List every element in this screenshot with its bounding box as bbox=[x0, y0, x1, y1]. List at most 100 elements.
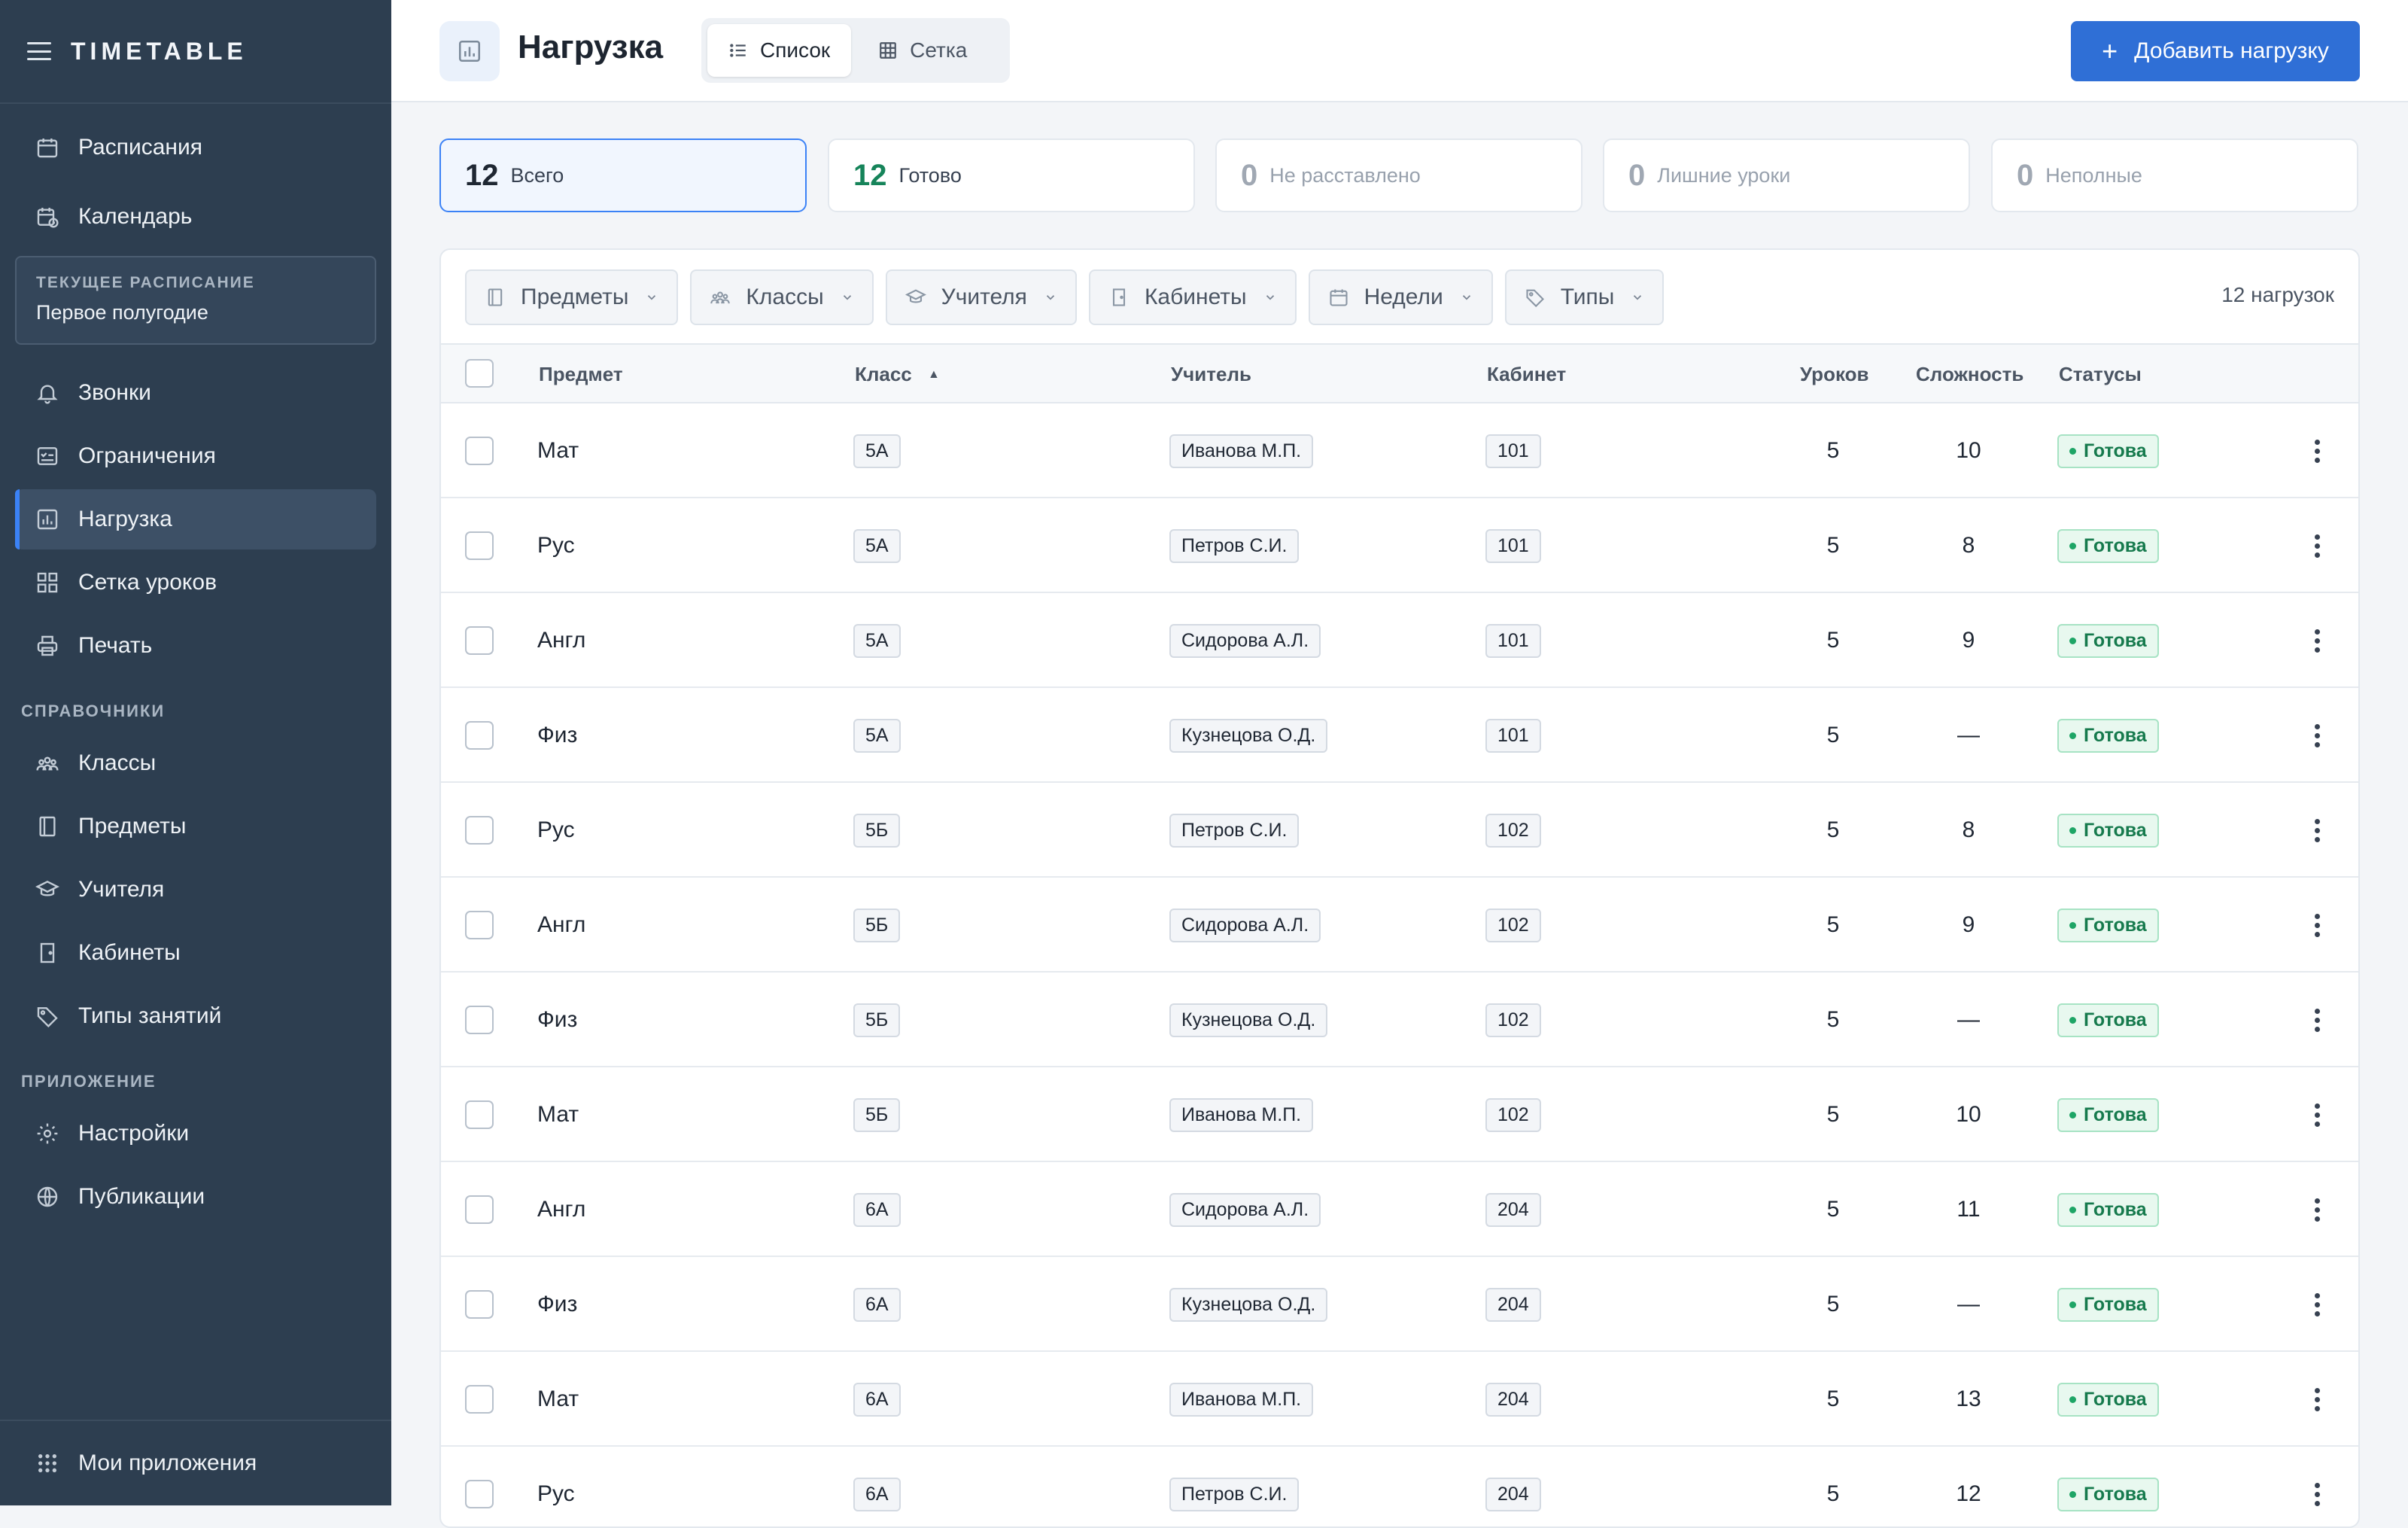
column-header-lessons[interactable]: Уроков bbox=[1800, 363, 1868, 386]
table-row[interactable]: Рус 5Б Петров С.И. 102 5 8 Готова bbox=[441, 783, 2358, 878]
table-row[interactable]: Рус 6А Петров С.И. 204 5 12 Готова bbox=[441, 1447, 2358, 1526]
row-checkbox[interactable] bbox=[465, 1385, 494, 1414]
sidebar-item-bells[interactable]: Звонки bbox=[15, 363, 376, 423]
column-header-class[interactable]: Класс ▲ bbox=[855, 363, 940, 386]
teacher-pill[interactable]: Кузнецова О.Д. bbox=[1169, 1003, 1328, 1037]
row-checkbox[interactable] bbox=[465, 1100, 494, 1129]
table-row[interactable]: Физ 5Б Кузнецова О.Д. 102 5 — Готова bbox=[441, 973, 2358, 1067]
teacher-pill[interactable]: Иванова М.П. bbox=[1169, 1097, 1314, 1132]
row-menu-button[interactable] bbox=[2315, 1257, 2320, 1352]
sidebar-item-load[interactable]: Нагрузка bbox=[15, 489, 376, 549]
table-row[interactable]: Физ 6А Кузнецова О.Д. 204 5 — Готова bbox=[441, 1257, 2358, 1352]
sidebar-item-constraints[interactable]: Ограничения bbox=[15, 426, 376, 486]
class-pill[interactable]: 5А bbox=[853, 718, 901, 753]
teacher-pill[interactable]: Петров С.И. bbox=[1169, 813, 1300, 848]
row-menu-button[interactable] bbox=[2315, 1352, 2320, 1447]
current-schedule-selector[interactable]: ТЕКУЩЕЕ РАСПИСАНИЕ Первое полугодие bbox=[15, 256, 376, 345]
row-checkbox[interactable] bbox=[465, 437, 494, 465]
row-menu-button[interactable] bbox=[2315, 403, 2320, 498]
class-pill[interactable]: 5Б bbox=[853, 908, 901, 942]
sidebar-item-print[interactable]: Печать bbox=[15, 616, 376, 676]
row-checkbox[interactable] bbox=[465, 1006, 494, 1034]
sidebar-item-lesson-types[interactable]: Типы занятий bbox=[15, 986, 376, 1046]
room-pill[interactable]: 204 bbox=[1485, 1477, 1541, 1511]
my-apps-button[interactable]: Мои приложения bbox=[15, 1433, 376, 1493]
stat-total[interactable]: 12 Всего bbox=[439, 138, 807, 212]
class-pill[interactable]: 6А bbox=[853, 1192, 901, 1227]
filter-rooms[interactable]: Кабинеты bbox=[1088, 269, 1297, 325]
row-checkbox[interactable] bbox=[465, 911, 494, 939]
table-row[interactable]: Англ 6А Сидорова А.Л. 204 5 11 Готова bbox=[441, 1162, 2358, 1257]
row-menu-button[interactable] bbox=[2315, 1162, 2320, 1257]
sidebar-item-settings[interactable]: Настройки bbox=[15, 1103, 376, 1164]
room-pill[interactable]: 101 bbox=[1485, 718, 1541, 753]
filter-subjects[interactable]: Предметы bbox=[465, 269, 679, 325]
class-pill[interactable]: 5А bbox=[853, 623, 901, 658]
teacher-pill[interactable]: Иванова М.П. bbox=[1169, 1382, 1314, 1417]
sidebar-item-classes[interactable]: Классы bbox=[15, 733, 376, 793]
sidebar-item-lesson-grid[interactable]: Сетка уроков bbox=[15, 552, 376, 613]
table-row[interactable]: Физ 5А Кузнецова О.Д. 101 5 — Готова bbox=[441, 688, 2358, 783]
filter-weeks[interactable]: Недели bbox=[1308, 269, 1493, 325]
teacher-pill[interactable]: Сидорова А.Л. bbox=[1169, 623, 1321, 658]
class-pill[interactable]: 5А bbox=[853, 528, 901, 563]
room-pill[interactable]: 102 bbox=[1485, 908, 1541, 942]
column-header-difficulty[interactable]: Сложность bbox=[1916, 363, 2023, 386]
row-checkbox[interactable] bbox=[465, 626, 494, 655]
filter-teachers[interactable]: Учителя bbox=[885, 269, 1077, 325]
column-header-room[interactable]: Кабинет bbox=[1487, 363, 1566, 386]
sidebar-item-schedules[interactable]: Расписания bbox=[15, 117, 376, 178]
table-row[interactable]: Англ 5Б Сидорова А.Л. 102 5 9 Готова bbox=[441, 878, 2358, 973]
class-pill[interactable]: 5Б bbox=[853, 813, 901, 848]
room-pill[interactable]: 102 bbox=[1485, 1097, 1541, 1132]
teacher-pill[interactable]: Петров С.И. bbox=[1169, 1477, 1300, 1511]
class-pill[interactable]: 5А bbox=[853, 434, 901, 468]
teacher-pill[interactable]: Иванова М.П. bbox=[1169, 434, 1314, 468]
view-list-button[interactable]: Список bbox=[707, 24, 852, 77]
row-menu-button[interactable] bbox=[2315, 593, 2320, 688]
class-pill[interactable]: 6А bbox=[853, 1477, 901, 1511]
room-pill[interactable]: 102 bbox=[1485, 813, 1541, 848]
row-checkbox[interactable] bbox=[465, 531, 494, 560]
teacher-pill[interactable]: Петров С.И. bbox=[1169, 528, 1300, 563]
stat-unplaced[interactable]: 0 Не расставлено bbox=[1215, 138, 1583, 212]
room-pill[interactable]: 102 bbox=[1485, 1003, 1541, 1037]
row-menu-button[interactable] bbox=[2315, 1447, 2320, 1526]
select-all-checkbox[interactable] bbox=[465, 359, 494, 388]
menu-icon[interactable] bbox=[27, 42, 51, 60]
room-pill[interactable]: 204 bbox=[1485, 1192, 1541, 1227]
table-row[interactable]: Рус 5А Петров С.И. 101 5 8 Готова bbox=[441, 498, 2358, 593]
room-pill[interactable]: 204 bbox=[1485, 1382, 1541, 1417]
class-pill[interactable]: 5Б bbox=[853, 1003, 901, 1037]
table-row[interactable]: Англ 5А Сидорова А.Л. 101 5 9 Готова bbox=[441, 593, 2358, 688]
row-checkbox[interactable] bbox=[465, 816, 494, 845]
teacher-pill[interactable]: Кузнецова О.Д. bbox=[1169, 718, 1328, 753]
stat-incomplete[interactable]: 0 Неполные bbox=[1991, 138, 2358, 212]
sidebar-item-publications[interactable]: Публикации bbox=[15, 1167, 376, 1227]
room-pill[interactable]: 101 bbox=[1485, 434, 1541, 468]
teacher-pill[interactable]: Сидорова А.Л. bbox=[1169, 908, 1321, 942]
row-menu-button[interactable] bbox=[2315, 688, 2320, 783]
stat-ready[interactable]: 12 Готово bbox=[828, 138, 1195, 212]
sidebar-item-rooms[interactable]: Кабинеты bbox=[15, 923, 376, 983]
class-pill[interactable]: 5Б bbox=[853, 1097, 901, 1132]
sidebar-item-subjects[interactable]: Предметы bbox=[15, 796, 376, 857]
column-header-subject[interactable]: Предмет bbox=[539, 363, 623, 386]
column-header-teacher[interactable]: Учитель bbox=[1171, 363, 1251, 386]
row-menu-button[interactable] bbox=[2315, 973, 2320, 1067]
filter-classes[interactable]: Классы bbox=[690, 269, 874, 325]
row-menu-button[interactable] bbox=[2315, 783, 2320, 878]
teacher-pill[interactable]: Кузнецова О.Д. bbox=[1169, 1287, 1328, 1322]
column-header-status[interactable]: Статусы bbox=[2059, 363, 2142, 386]
table-row[interactable]: Мат 6А Иванова М.П. 204 5 13 Готова bbox=[441, 1352, 2358, 1447]
view-grid-button[interactable]: Сетка bbox=[857, 24, 988, 77]
row-menu-button[interactable] bbox=[2315, 1067, 2320, 1162]
row-checkbox[interactable] bbox=[465, 721, 494, 750]
row-menu-button[interactable] bbox=[2315, 878, 2320, 973]
table-row[interactable]: Мат 5А Иванова М.П. 101 5 10 Готова bbox=[441, 403, 2358, 498]
add-load-button[interactable]: + Добавить нагрузку bbox=[2071, 21, 2360, 81]
room-pill[interactable]: 204 bbox=[1485, 1287, 1541, 1322]
class-pill[interactable]: 6А bbox=[853, 1287, 901, 1322]
class-pill[interactable]: 6А bbox=[853, 1382, 901, 1417]
sidebar-item-teachers[interactable]: Учителя bbox=[15, 860, 376, 920]
